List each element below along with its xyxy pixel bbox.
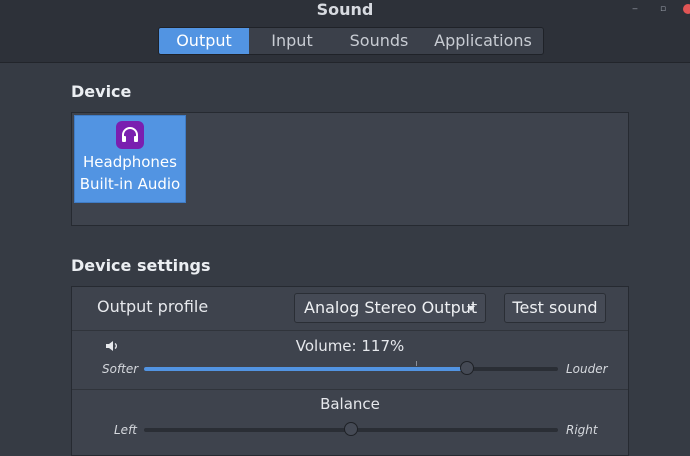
device-section-title: Device [71,82,132,101]
headphones-icon [116,121,144,149]
close-icon[interactable] [683,4,690,14]
tab-applications[interactable]: Applications [423,28,543,54]
tab-sounds[interactable]: Sounds [335,28,423,54]
device-settings-panel: Output profile Analog Stereo Output Test… [71,286,629,456]
device-name: Headphones [83,153,177,171]
window-title: Sound [316,0,374,19]
test-sound-button[interactable]: Test sound [504,293,606,323]
minimize-icon[interactable]: ‒ [630,4,640,14]
volume-label: Volume: 117% [295,337,405,355]
device-description: Built-in Audio [79,175,181,193]
output-profile-value: Analog Stereo Output [304,298,478,317]
tab-output[interactable]: Output [159,28,249,54]
balance-slider[interactable] [144,422,558,436]
divider [72,330,628,331]
device-item-headphones[interactable]: Headphones Built-in Audio [74,115,186,203]
volume-100-mark [416,361,417,366]
output-profile-dropdown[interactable]: Analog Stereo Output [294,293,486,323]
balance-right-label: Right [566,423,598,437]
balance-left-label: Left [114,423,137,437]
tab-input[interactable]: Input [249,28,335,54]
volume-max-label: Louder [566,362,608,376]
view-switcher: Output Input Sounds Applications [158,27,544,55]
balance-label: Balance [320,395,380,413]
volume-min-label: Softer [102,362,139,376]
output-profile-label: Output profile [97,297,209,316]
volume-slider-handle[interactable] [460,361,474,375]
balance-slider-handle[interactable] [344,422,358,436]
maximize-icon[interactable]: ▫ [658,4,668,14]
volume-slider[interactable] [144,361,558,375]
device-list: Headphones Built-in Audio [71,112,629,226]
settings-section-title: Device settings [71,256,211,275]
volume-slider-fill [144,367,467,371]
chevron-down-icon [467,306,475,311]
title-bar: Sound ‒ ▫ Output Input Sounds Applicatio… [0,0,690,63]
divider [72,389,628,390]
